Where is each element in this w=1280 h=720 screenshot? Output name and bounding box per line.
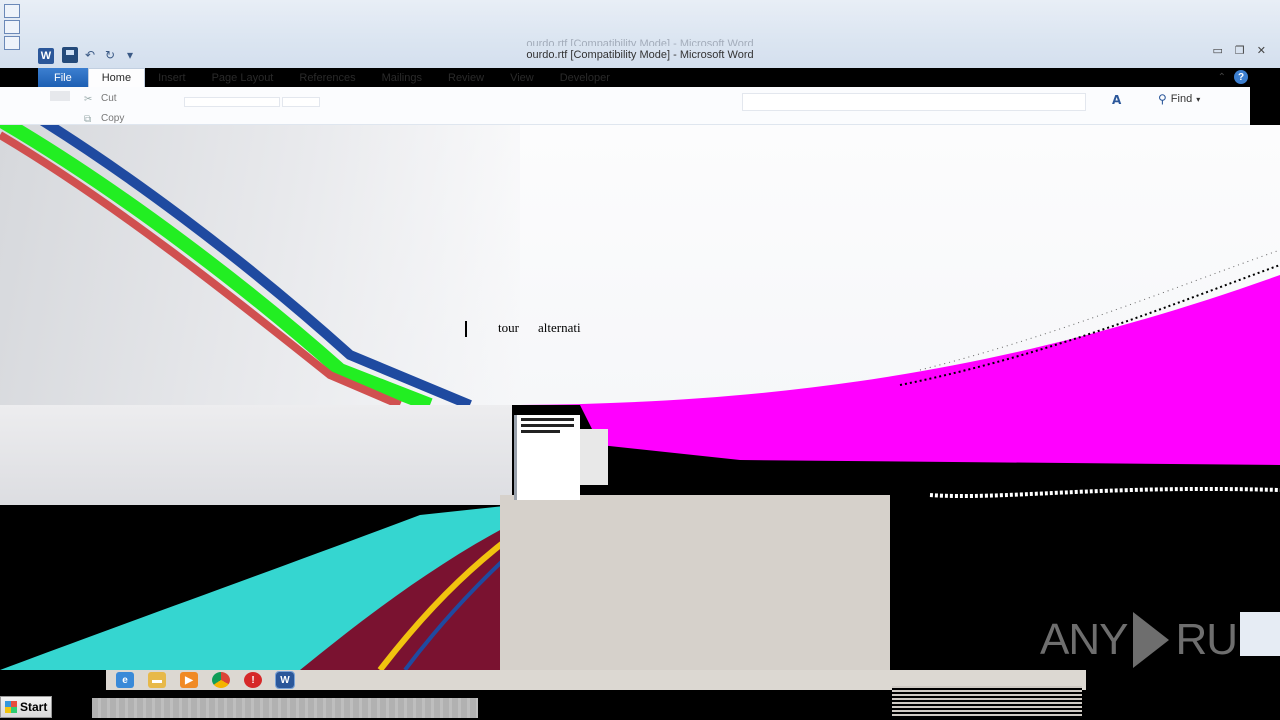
watermark-left: ANY xyxy=(1040,615,1128,664)
document-word: alternati xyxy=(538,320,581,335)
styles-gallery[interactable] xyxy=(742,93,1086,111)
copy-label: Copy xyxy=(101,113,125,124)
tab-home[interactable]: Home xyxy=(87,68,146,87)
start-label: Start xyxy=(20,700,48,714)
tab-references[interactable]: References xyxy=(286,68,368,87)
restore-icon[interactable]: ❐ xyxy=(1235,44,1245,57)
find-button[interactable]: ⚲ Find ▾ xyxy=(1158,92,1200,106)
scissors-icon: ✂ xyxy=(84,93,93,105)
tab-page-layout[interactable]: Page Layout xyxy=(199,68,287,87)
ribbon-tabs: File Home Insert Page Layout References … xyxy=(0,68,1250,87)
ghost-title-text: ourdo.rtf [Compatibility Mode] - Microso… xyxy=(526,38,754,46)
minimize-icon[interactable]: ▭ xyxy=(1213,44,1223,57)
page-thumbnail xyxy=(514,415,580,500)
tab-mailings[interactable]: Mailings xyxy=(369,68,435,87)
render-glitch-artifact xyxy=(0,125,1280,405)
copy-icon: ⧉ xyxy=(84,113,92,125)
document-area[interactable]: tour alternati xyxy=(0,125,1280,405)
scroll-corner xyxy=(1240,612,1280,656)
taskbar-pinned: e ▬ ▶ ! W xyxy=(116,671,295,689)
cut-label: Cut xyxy=(101,93,117,104)
word-icon[interactable]: W xyxy=(275,671,295,689)
media-icon[interactable]: ▶ xyxy=(180,672,198,688)
ie-icon[interactable]: e xyxy=(116,672,134,688)
binoculars-icon: ⚲ xyxy=(1158,92,1167,106)
anyrun-watermark: ANY RUN xyxy=(1040,612,1269,668)
tab-file[interactable]: File xyxy=(38,68,88,87)
start-button[interactable]: Start xyxy=(0,696,52,718)
document-word: tour xyxy=(498,320,519,335)
taskbar: e ▬ ▶ ! W Start xyxy=(0,670,1280,720)
chevron-down-icon: ▾ xyxy=(1196,94,1201,104)
taskbar-glitch-strip xyxy=(92,698,478,718)
text-cursor xyxy=(465,321,467,337)
minimize-ribbon-icon[interactable]: ⌃ xyxy=(1218,72,1226,83)
tab-developer[interactable]: Developer xyxy=(547,68,623,87)
find-label: Find xyxy=(1170,93,1193,105)
explorer-icon[interactable]: ▬ xyxy=(148,672,166,688)
play-icon xyxy=(1133,612,1170,668)
font-size-select[interactable] xyxy=(282,97,320,107)
tab-review[interactable]: Review xyxy=(435,68,497,87)
window-controls: ▭ ❐ ✕ xyxy=(1213,44,1267,57)
help-icon[interactable]: ? xyxy=(1234,70,1248,84)
windows-logo-icon xyxy=(5,701,17,713)
paste-icon[interactable] xyxy=(50,91,70,101)
ribbon-home: ✂ Cut ⧉ Copy A ⚲ Find ▾ xyxy=(0,87,1250,125)
cut-button[interactable]: ✂ Cut xyxy=(84,93,117,105)
close-icon[interactable]: ✕ xyxy=(1257,44,1266,57)
copy-button[interactable]: ⧉ Copy xyxy=(84,113,125,125)
tab-insert[interactable]: Insert xyxy=(145,68,199,87)
window-title: ourdo.rtf [Compatibility Mode] - Microso… xyxy=(526,49,754,61)
title-bar: W ↶ ↻ ▾ ourdo.rtf [Compatibility Mode] -… xyxy=(0,0,1280,68)
font-name-select[interactable] xyxy=(184,97,280,107)
tab-view[interactable]: View xyxy=(497,68,547,87)
ribbon-help-area: ⌃ ? xyxy=(1218,70,1248,84)
grey-slab-artifact xyxy=(500,495,890,670)
page-thumbnail-side xyxy=(580,429,608,485)
chrome-icon[interactable] xyxy=(212,672,230,688)
taskbar-glitch-strip-right xyxy=(892,686,1082,718)
antivirus-icon[interactable]: ! xyxy=(244,672,262,688)
change-styles-icon[interactable]: A xyxy=(1112,93,1121,107)
